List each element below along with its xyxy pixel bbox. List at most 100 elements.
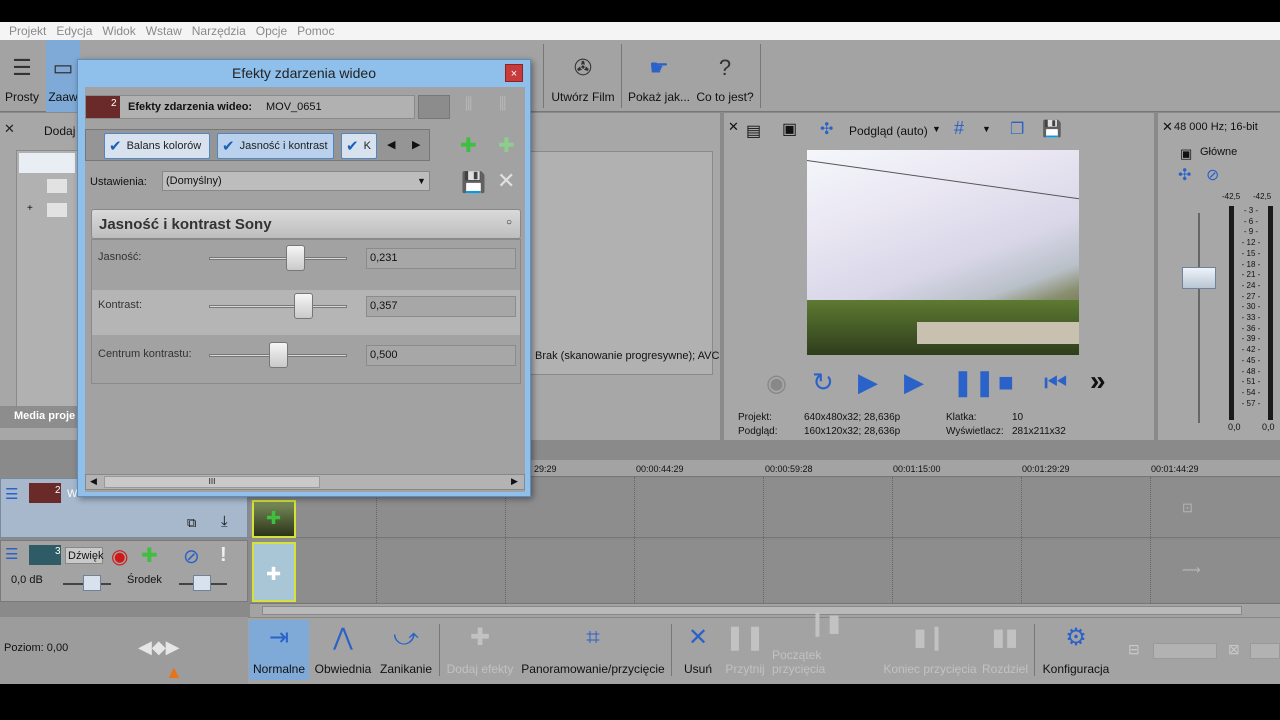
add-fx-icon[interactable]: ✚ [460, 133, 477, 158]
tree-item-selected[interactable] [19, 153, 75, 173]
track-menu-icon[interactable]: ☰ [5, 545, 18, 563]
stop-icon[interactable]: ■ [998, 367, 1014, 398]
zoom-slider-2[interactable] [1250, 643, 1280, 659]
chevron-down-icon[interactable]: ▼ [982, 124, 991, 134]
checkbox-icon[interactable]: ✔ [109, 137, 122, 155]
master-fader[interactable] [1182, 267, 1216, 289]
media-tree[interactable]: + [16, 150, 78, 412]
menu-narzedzia[interactable]: Narzędzia [187, 24, 251, 38]
solo-icon[interactable]: ! [220, 544, 227, 567]
param-slider-thumb[interactable] [269, 342, 288, 368]
plugin-about-icon[interactable]: ○ [506, 217, 512, 228]
fast-forward-icon[interactable]: » [1090, 365, 1106, 397]
composite-mode-icon[interactable]: ⧉ [187, 515, 196, 531]
presets-dropdown[interactable]: (Domyślny) ▼ [162, 171, 430, 191]
pause-icon[interactable]: ❚❚ [952, 367, 996, 398]
menu-pomoc[interactable]: Pomoc [292, 24, 339, 38]
zoom-out-icon[interactable]: ⊠ [1228, 641, 1240, 658]
fade-button[interactable]: ⤻ Zanikanie [377, 620, 435, 680]
chain-icon[interactable]: ⫼ [465, 96, 472, 114]
record-arm-icon[interactable]: ◉ [111, 544, 128, 569]
pan-slider[interactable] [193, 575, 211, 591]
zoom-icon[interactable]: ⊟ [1128, 641, 1140, 658]
track-name[interactable]: W [67, 488, 77, 500]
param-slider-thumb[interactable] [285, 245, 305, 271]
track-name[interactable]: Dźwięk [65, 547, 103, 564]
fx-chip-color-balance[interactable]: ✔ Balans kolorów [104, 133, 210, 159]
split-icon[interactable]: ✣ [820, 119, 833, 139]
chevron-left-icon[interactable]: ◀ [90, 476, 97, 487]
add-effect-icon[interactable]: ✚ [266, 508, 281, 529]
trim-end-button[interactable]: ▮❙ Koniec przycięcia [882, 620, 978, 680]
audio-track-lane[interactable]: ✚ ⟿ [250, 540, 1280, 602]
menu-projekt[interactable]: Projekt [4, 24, 51, 38]
save-preset-icon[interactable]: 💾 [461, 170, 486, 195]
preview-quality-dropdown[interactable]: Podgląd (auto) [849, 124, 928, 138]
tab-project-media[interactable]: Media proje [0, 406, 78, 428]
add-effect-icon[interactable]: ✣ [1178, 165, 1191, 185]
add-media-label[interactable]: Dodaj [44, 124, 75, 138]
play-from-start-icon[interactable]: ▶ [858, 367, 878, 398]
arrow-down-icon[interactable]: ⤓ [221, 513, 228, 530]
param-value-field[interactable]: 0,500 [366, 345, 516, 366]
split-button[interactable]: ▮▮ Rozdziel [980, 620, 1030, 680]
close-icon[interactable]: ✕ [1162, 119, 1173, 135]
save-snapshot-icon[interactable]: 💾 [1042, 119, 1062, 139]
advanced-mode-button[interactable]: ▭ Zaaw [46, 40, 80, 112]
chevron-right-icon[interactable]: ▶ [511, 476, 518, 487]
add-effect-icon[interactable]: ✚ [266, 564, 281, 585]
add-effect-icon[interactable]: ✚ [141, 543, 158, 568]
play-icon[interactable]: ▶ [904, 367, 924, 398]
chevron-right-icon[interactable]: ▶ [412, 138, 420, 151]
fx-chip-brightness-contrast[interactable]: ✔ Jasność i kontrast [217, 133, 334, 159]
volume-slider[interactable] [83, 575, 101, 591]
make-movie-button[interactable]: ✇ Utwórz Film [549, 40, 617, 112]
properties-icon[interactable]: ▤ [746, 121, 761, 141]
bypass-fx-button[interactable] [418, 95, 450, 119]
audio-track-header[interactable]: ☰ 3 Dźwięk ◉ ✚ ⊘ ! 0,0 dB Środek [0, 540, 248, 602]
media-list[interactable] [530, 151, 713, 375]
checkbox-icon[interactable]: ✔ [346, 137, 359, 155]
video-event[interactable]: ✚ [252, 500, 296, 538]
delete-button[interactable]: ✕ Usuń [676, 620, 720, 680]
zoom-slider[interactable] [1153, 643, 1217, 659]
dialog-scrollbar[interactable]: ◀ III ▶ [85, 474, 525, 490]
dialog-title[interactable]: Efekty zdarzenia wideo [78, 60, 530, 86]
track-menu-icon[interactable]: ☰ [5, 485, 18, 503]
timeline-scrollbar[interactable] [250, 603, 1280, 617]
mute-icon[interactable]: ⊘ [1206, 165, 1219, 185]
record-icon[interactable]: ◉ [766, 369, 787, 398]
rate-arrows-icon[interactable]: ◀◆▶ [138, 637, 180, 658]
chevron-down-icon[interactable]: ▼ [932, 124, 941, 134]
close-icon[interactable]: ✕ [4, 121, 15, 137]
param-slider-track[interactable] [209, 257, 347, 260]
param-value-field[interactable]: 0,357 [366, 296, 516, 317]
trim-button[interactable]: ❚❚ Przytnij [722, 620, 768, 680]
copy-snapshot-icon[interactable]: ❐ [1010, 119, 1024, 139]
close-icon[interactable]: ✕ [728, 119, 739, 135]
remove-fx-icon[interactable]: ✚ [498, 133, 515, 158]
chevron-left-icon[interactable]: ◀ [387, 138, 395, 151]
fx-chip-truncated[interactable]: ✔ K [341, 133, 377, 159]
scrollbar-thumb[interactable]: III [104, 476, 320, 488]
menu-wstaw[interactable]: Wstaw [141, 24, 187, 38]
go-to-start-icon[interactable]: ⏮ [1044, 367, 1067, 399]
dialog-close-button[interactable]: × [505, 64, 523, 82]
scrollbar-thumb[interactable] [262, 606, 1242, 615]
loop-icon[interactable]: ↻ [812, 367, 834, 398]
normal-edit-button[interactable]: ⇥ Normalne [249, 620, 309, 680]
configuration-button[interactable]: ⚙ Konfiguracja [1040, 620, 1112, 680]
envelope-button[interactable]: ⋀ Obwiednia [313, 620, 373, 680]
pan-crop-button[interactable]: ⌗ Panoramowanie/przycięcie [520, 620, 666, 680]
expand-icon[interactable]: + [27, 203, 33, 214]
chevron-down-icon[interactable]: ▼ [417, 176, 426, 186]
show-me-how-button[interactable]: ☛ Pokaż jak... [627, 40, 691, 112]
add-effects-button[interactable]: ✚ Dodaj efekty [444, 620, 516, 680]
param-slider-thumb[interactable] [293, 293, 313, 319]
param-value-field[interactable]: 0,231 [366, 248, 516, 269]
menu-opcje[interactable]: Opcje [251, 24, 292, 38]
chain-icon[interactable]: ⫼ [499, 96, 506, 114]
simple-mode-button[interactable]: ☰ Prosty [2, 40, 42, 112]
menu-edycja[interactable]: Edycja [51, 24, 97, 38]
menu-widok[interactable]: Widok [97, 24, 140, 38]
